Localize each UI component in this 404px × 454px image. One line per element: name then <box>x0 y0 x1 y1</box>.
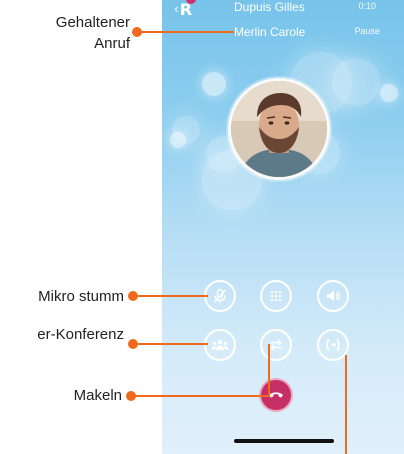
dialpad-icon <box>270 290 282 302</box>
bokeh-decoration <box>170 132 186 148</box>
callout-swap-line-horizontal <box>134 395 270 397</box>
caller-avatar <box>228 78 330 180</box>
callout-held-call-label: Gehaltener Anruf <box>56 12 130 54</box>
bokeh-decoration <box>380 84 398 102</box>
bokeh-decoration <box>202 72 226 96</box>
callout-mute-line <box>136 295 208 297</box>
callout-held-call-line1: Gehaltener <box>55 14 130 31</box>
callout-conference-label: er-Konferenz <box>37 326 124 343</box>
callout-swap-line-vertical <box>268 344 270 397</box>
swap-calls-button[interactable] <box>260 329 292 361</box>
call-timer: 0:10 <box>358 1 376 11</box>
callout-swap-label: Makeln <box>73 387 122 404</box>
phone-call-screen: ‹ R Dupuis Gilles 0:10 Merlin Carole Paus… <box>162 0 404 454</box>
speaker-button[interactable] <box>317 280 349 312</box>
hold-status: Pause <box>354 26 380 36</box>
callout-held-call-line2: Anruf <box>94 35 130 52</box>
conference-icon <box>211 339 229 350</box>
microphone-muted-icon <box>213 288 227 303</box>
held-caller-name: Merlin Carole <box>234 25 306 39</box>
bokeh-decoration <box>332 58 380 106</box>
callout-held-call-line <box>140 31 234 33</box>
active-caller-name: Dupuis Gilles <box>234 0 305 14</box>
dialpad-button[interactable] <box>260 280 292 312</box>
callout-transfer-line <box>345 355 347 454</box>
speaker-icon <box>327 290 340 302</box>
hang-up-phone-icon <box>269 392 283 398</box>
mute-button[interactable] <box>204 280 236 312</box>
active-call-row: Dupuis Gilles 0:10 <box>162 0 404 16</box>
swap-arrows-icon <box>270 339 282 351</box>
conference-button[interactable] <box>204 329 236 361</box>
callout-conference-line <box>136 343 208 345</box>
caller-portrait-icon <box>231 81 327 177</box>
transfer-call-icon <box>326 338 340 352</box>
held-call-row[interactable]: Merlin Carole Pause <box>162 25 404 41</box>
home-indicator <box>234 439 334 443</box>
callout-mute-label: Mikro stumm <box>38 288 124 305</box>
